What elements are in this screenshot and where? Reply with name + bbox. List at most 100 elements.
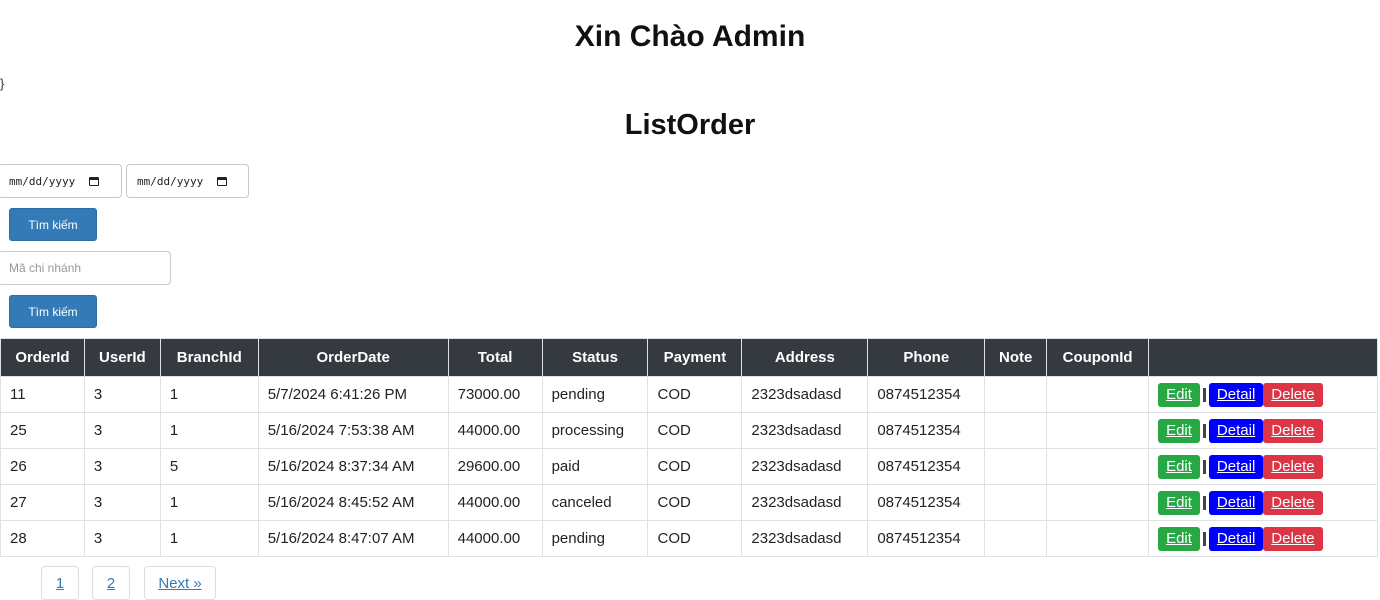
edit-button[interactable]: Edit: [1158, 490, 1200, 515]
edit-button[interactable]: Edit: [1158, 454, 1200, 479]
cell-status: pending: [541, 376, 649, 413]
delete-button[interactable]: Delete: [1263, 526, 1323, 551]
date-from-placeholder: mm/dd/yyyy: [9, 174, 76, 188]
cell-status: processing: [541, 412, 649, 449]
detail-button[interactable]: Detail: [1208, 418, 1264, 443]
cell-phone: 0874512354: [867, 520, 986, 557]
cell-address: 2323dsadasd: [741, 520, 869, 557]
cell-total: 44000.00: [447, 484, 543, 521]
action-separator: [1202, 495, 1206, 510]
delete-button[interactable]: Delete: [1263, 490, 1323, 515]
calendar-icon[interactable]: [89, 176, 100, 186]
col-header-branchid: BranchId: [159, 338, 259, 377]
cell-branchid: 1: [159, 412, 259, 449]
date-search-button[interactable]: Tìm kiếm: [9, 208, 97, 241]
edit-button[interactable]: Edit: [1158, 382, 1200, 407]
cell-orderid: 28: [0, 520, 85, 557]
cell-couponid: [1046, 376, 1150, 413]
cell-total: 73000.00: [447, 376, 543, 413]
branch-code-input[interactable]: [0, 251, 171, 285]
stray-text: }: [0, 76, 5, 91]
col-header-userid: UserId: [83, 338, 161, 377]
cell-total: 29600.00: [447, 448, 543, 485]
cell-orderid: 27: [0, 484, 85, 521]
action-separator: [1202, 423, 1206, 438]
cell-total: 44000.00: [447, 520, 543, 557]
welcome-heading: Xin Chào Admin: [574, 20, 806, 53]
cell-actions: Edit Detail Delete: [1148, 520, 1378, 557]
cell-phone: 0874512354: [867, 376, 986, 413]
col-header-couponid: CouponId: [1046, 338, 1150, 377]
table-row: 25 3 1 5/16/2024 7:53:38 AM 44000.00 processi…: [0, 412, 1378, 449]
detail-button[interactable]: Detail: [1208, 526, 1264, 551]
cell-status: canceled: [541, 484, 649, 521]
orders-table: OrderId UserId BranchId OrderDate Total …: [0, 338, 1378, 557]
table-row: 11 3 1 5/7/2024 6:41:26 PM 73000.00 pending CO…: [0, 376, 1378, 413]
cell-payment: COD: [647, 448, 743, 485]
cell-orderdate: 5/16/2024 8:47:07 AM: [257, 520, 449, 557]
table-row: 27 3 1 5/16/2024 8:45:52 AM 44000.00 canceled…: [0, 484, 1378, 521]
cell-userid: 3: [83, 412, 161, 449]
edit-button[interactable]: Edit: [1158, 418, 1200, 443]
col-header-total: Total: [447, 338, 543, 377]
delete-button[interactable]: Delete: [1263, 454, 1323, 479]
cell-note: [984, 412, 1048, 449]
pagination-page-2[interactable]: 2: [92, 566, 130, 600]
col-header-status: Status: [541, 338, 649, 377]
detail-button[interactable]: Detail: [1208, 490, 1264, 515]
calendar-icon[interactable]: [217, 176, 228, 186]
cell-payment: COD: [647, 376, 743, 413]
cell-orderid: 25: [0, 412, 85, 449]
cell-couponid: [1046, 484, 1150, 521]
detail-button[interactable]: Detail: [1208, 454, 1264, 479]
cell-orderid: 11: [0, 376, 85, 413]
date-to-placeholder: mm/dd/yyyy: [137, 174, 204, 188]
detail-button[interactable]: Detail: [1208, 382, 1264, 407]
table-header-row: OrderId UserId BranchId OrderDate Total …: [0, 338, 1378, 377]
date-to-input[interactable]: mm/dd/yyyy: [126, 164, 249, 198]
pagination-page-1[interactable]: 1: [41, 566, 79, 600]
cell-orderdate: 5/16/2024 8:45:52 AM: [257, 484, 449, 521]
date-from-input[interactable]: mm/dd/yyyy: [0, 164, 122, 198]
delete-button[interactable]: Delete: [1263, 418, 1323, 443]
col-header-phone: Phone: [867, 338, 986, 377]
cell-orderdate: 5/16/2024 8:37:34 AM: [257, 448, 449, 485]
cell-phone: 0874512354: [867, 412, 986, 449]
cell-branchid: 1: [159, 520, 259, 557]
pagination-next[interactable]: Next »: [144, 566, 216, 600]
cell-userid: 3: [83, 484, 161, 521]
col-header-orderdate: OrderDate: [257, 338, 449, 377]
cell-branchid: 1: [159, 376, 259, 413]
cell-phone: 0874512354: [867, 448, 986, 485]
edit-button[interactable]: Edit: [1158, 526, 1200, 551]
col-header-payment: Payment: [647, 338, 743, 377]
cell-payment: COD: [647, 520, 743, 557]
cell-status: paid: [541, 448, 649, 485]
cell-address: 2323dsadasd: [741, 448, 869, 485]
col-header-address: Address: [741, 338, 869, 377]
col-header-actions: [1148, 338, 1378, 377]
cell-total: 44000.00: [447, 412, 543, 449]
cell-branchid: 1: [159, 484, 259, 521]
cell-userid: 3: [83, 376, 161, 413]
cell-phone: 0874512354: [867, 484, 986, 521]
cell-branchid: 5: [159, 448, 259, 485]
action-separator: [1202, 387, 1206, 402]
cell-couponid: [1046, 448, 1150, 485]
cell-note: [984, 520, 1048, 557]
cell-actions: Edit Detail Delete: [1148, 376, 1378, 413]
cell-actions: Edit Detail Delete: [1148, 412, 1378, 449]
cell-address: 2323dsadasd: [741, 376, 869, 413]
cell-address: 2323dsadasd: [741, 484, 869, 521]
cell-note: [984, 448, 1048, 485]
branch-search-button[interactable]: Tìm kiếm: [9, 295, 97, 328]
page-title: ListOrder: [624, 109, 756, 141]
cell-actions: Edit Detail Delete: [1148, 484, 1378, 521]
table-row: 26 3 5 5/16/2024 8:37:34 AM 29600.00 paid COD 2…: [0, 448, 1378, 485]
cell-address: 2323dsadasd: [741, 412, 869, 449]
cell-payment: COD: [647, 484, 743, 521]
cell-couponid: [1046, 412, 1150, 449]
delete-button[interactable]: Delete: [1263, 382, 1323, 407]
cell-orderid: 26: [0, 448, 85, 485]
cell-actions: Edit Detail Delete: [1148, 448, 1378, 485]
